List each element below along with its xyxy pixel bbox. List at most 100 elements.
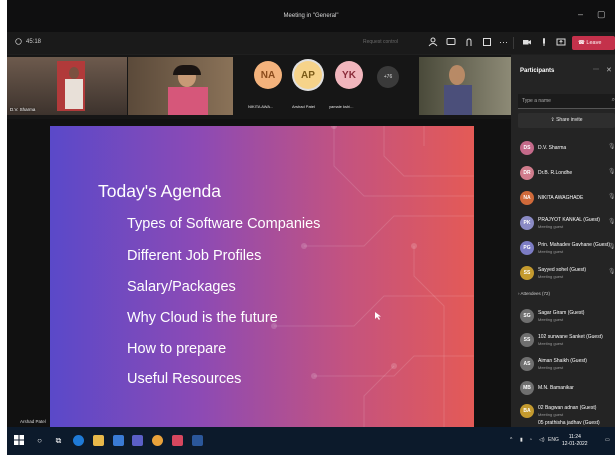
meeting-timer: 45:18 <box>15 38 41 45</box>
task-view-icon[interactable]: ⧉ <box>53 435 64 446</box>
store-icon[interactable] <box>113 435 124 446</box>
avatar-ap-speaking[interactable]: AP <box>294 61 322 89</box>
battery-icon[interactable]: ▮ <box>520 437 523 443</box>
video-tile-sharma[interactable]: D.V. Sharma <box>7 57 127 115</box>
avatar-na[interactable]: NA <box>254 61 282 89</box>
participant-name: Sagar Giram (Guest) <box>538 310 585 316</box>
file-explorer-icon[interactable] <box>93 435 104 446</box>
chat-icon[interactable] <box>445 37 456 48</box>
window-title: Meeting in "General" <box>283 13 339 19</box>
participant-name: 02 Bagwan adnan (Guest) <box>538 405 597 411</box>
participant-name: 05 prathisha jadhav (Guest) <box>538 420 600 426</box>
volume-icon[interactable]: ◁) <box>539 437 545 443</box>
request-control-button[interactable]: Request control <box>363 39 398 45</box>
mic-icon[interactable] <box>538 37 549 48</box>
word-icon[interactable] <box>192 435 203 446</box>
notification-icon[interactable]: ▭ <box>605 437 610 443</box>
teams-icon[interactable] <box>132 435 143 446</box>
system-clock[interactable]: 11:24 12-01-2022 <box>562 434 588 448</box>
participant-role: Meeting guest <box>538 341 564 346</box>
participant-avatar: DS <box>520 141 534 155</box>
participants-icon[interactable] <box>427 37 438 48</box>
avatar-name: yamale kshi... <box>329 104 354 109</box>
toolbar-divider <box>513 37 514 49</box>
share-invite-button[interactable]: ⇪ Share invite <box>518 113 615 128</box>
participant-row[interactable]: PG Prin. Mahadev Gavhane (Guest) Meeting… <box>511 237 615 259</box>
video-tile-presenter[interactable] <box>128 57 233 115</box>
maximize-button[interactable]: ▢ <box>597 9 606 20</box>
meeting-toolbar: 45:18 Request control ⋯ ☎ Leave <box>7 32 615 54</box>
agenda-item: Why Cloud is the future <box>127 310 278 326</box>
participant-avatar: PG <box>520 241 534 255</box>
minimize-button[interactable]: – <box>578 9 583 19</box>
participant-avatar: SS <box>520 266 534 280</box>
more-icon[interactable]: ⋯ <box>498 37 509 48</box>
clock-time: 11:24 <box>568 434 581 440</box>
participant-row[interactable]: 05 prathisha jadhav (Guest) <box>511 419 615 427</box>
attendees-header-label: Attendees (72) <box>520 291 551 296</box>
agenda-item: Different Job Profiles <box>127 248 262 264</box>
mic-icon: 🎙 <box>608 194 615 200</box>
avatar-name: Arshad Patel <box>292 104 315 109</box>
participant-name: NIKITA AWAGHADE <box>538 195 584 201</box>
presenter-label: Arshad Patel <box>20 419 46 424</box>
participant-row[interactable]: DS D.V. Sharma 🎙 <box>511 137 615 159</box>
leave-button[interactable]: ☎ Leave <box>572 36 615 50</box>
participants-panel: Participants ⋯ ✕ Type a name ⌕ ⇪ Share i… <box>511 55 615 427</box>
attendees-header[interactable]: › Attendees (72) <box>518 291 550 296</box>
participant-name: Aiman Shaikh (Guest) <box>538 358 587 364</box>
participant-avatar: SS <box>520 333 534 347</box>
shield-icon <box>15 38 22 45</box>
participant-role: Meeting guest <box>538 365 564 370</box>
video-tile-attendee[interactable] <box>419 57 511 115</box>
participant-name: M.N. Bamanikar <box>538 385 574 391</box>
participant-row[interactable]: MB M.N. Bamanikar <box>511 377 615 399</box>
participant-row[interactable]: PK PRAJYOT KANKAL (Guest) Meeting guest … <box>511 212 615 234</box>
person-head <box>449 65 465 85</box>
participant-row[interactable]: SG Sagar Giram (Guest) Meeting guest <box>511 305 615 327</box>
participant-name: 102 sunwane Sanket (Guest) <box>538 334 603 340</box>
participant-row[interactable]: NA NIKITA AWAGHADE 🎙 <box>511 187 615 209</box>
participant-avatar: DR <box>520 166 534 180</box>
chevron-up-icon[interactable]: ^ <box>510 437 512 443</box>
participant-search-input[interactable]: Type a name ⌕ <box>518 94 615 109</box>
circuit-decoration <box>271 126 474 427</box>
more-participants-badge[interactable]: +76 <box>377 66 399 88</box>
participant-row[interactable]: DR Dr.B. R.Londhe 🎙 <box>511 162 615 184</box>
participant-name: Dr.B. R.Londhe <box>538 170 573 176</box>
chrome-icon[interactable] <box>152 435 163 446</box>
avatar-initials: YK <box>342 69 356 81</box>
participant-row[interactable]: SS Sayyed sohel (Guest) Meeting guest 🎙 <box>511 262 615 284</box>
rooms-icon[interactable] <box>481 37 492 48</box>
participant-role: Meeting guest <box>538 274 564 279</box>
language-indicator[interactable]: ENG <box>548 437 559 443</box>
panel-close-icon[interactable]: ✕ <box>606 66 612 74</box>
mic-icon: 🎙 <box>608 269 615 275</box>
search-icon[interactable]: ○ <box>34 435 45 446</box>
participant-role: Meeting guest <box>538 317 564 322</box>
powerpoint-icon[interactable] <box>172 435 183 446</box>
participant-avatar: BA <box>520 404 534 418</box>
windows-start-icon[interactable] <box>13 435 24 446</box>
camera-icon[interactable] <box>521 37 532 48</box>
avatar-name: NIKITA AWA... <box>248 104 274 109</box>
participant-name: Sayyed sohel (Guest) <box>538 267 587 273</box>
mouse-cursor-icon <box>375 312 381 320</box>
edge-icon[interactable] <box>73 435 84 446</box>
person-body <box>65 79 83 109</box>
timer-text: 45:18 <box>26 38 42 45</box>
reactions-icon[interactable] <box>463 37 474 48</box>
agenda-item: How to prepare <box>127 341 227 357</box>
network-icon[interactable]: ◔ <box>529 437 532 443</box>
avatar-yk[interactable]: YK <box>335 61 363 89</box>
panel-more-icon[interactable]: ⋯ <box>593 66 599 73</box>
person-head <box>69 67 79 79</box>
clock-date: 12-01-2022 <box>562 441 588 447</box>
participant-role: Meeting guest <box>538 249 564 254</box>
share-screen-icon[interactable] <box>555 37 566 48</box>
panel-title: Participants <box>520 68 555 74</box>
participant-row[interactable]: AS Aiman Shaikh (Guest) Meeting guest <box>511 353 615 375</box>
tile-name: D.V. Sharma <box>10 107 36 112</box>
participant-row[interactable]: SS 102 sunwane Sanket (Guest) Meeting gu… <box>511 329 615 351</box>
title-bar: Meeting in "General" – ▢ <box>7 0 615 32</box>
